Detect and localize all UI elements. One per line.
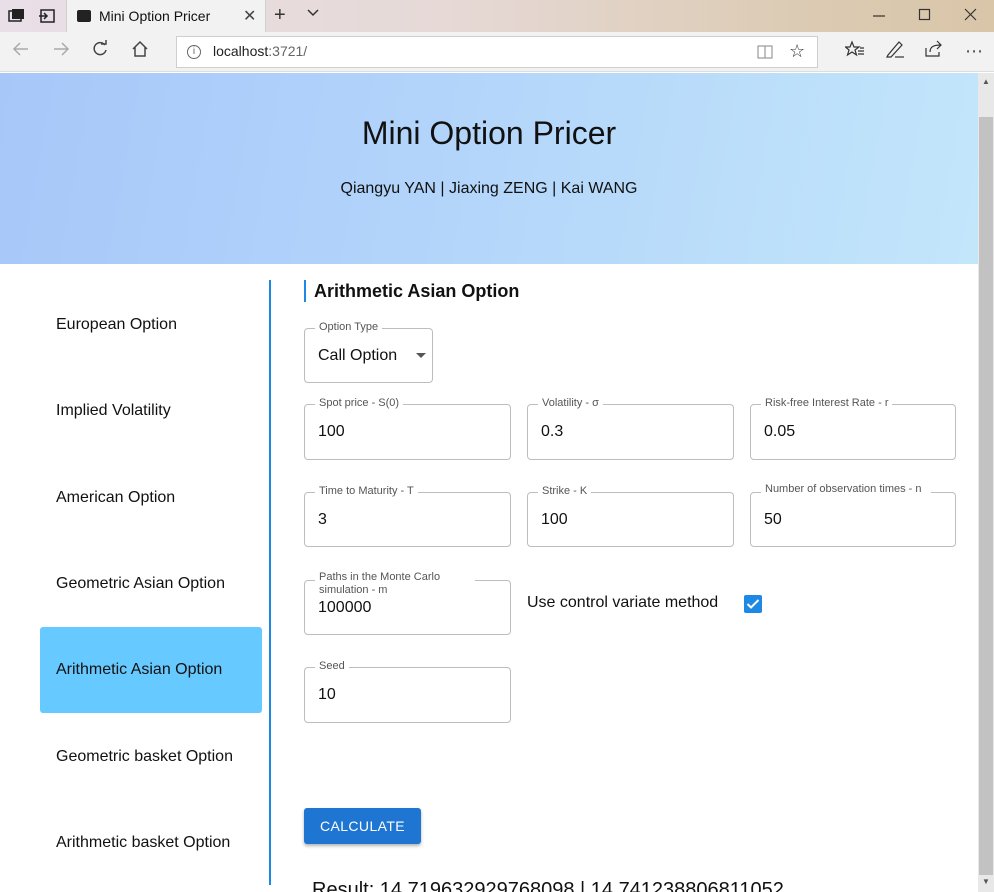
dropdown-caret-icon	[416, 353, 426, 358]
web-notes-pen-icon[interactable]	[885, 40, 905, 63]
mc-paths-value: 100000	[318, 599, 372, 616]
page-title: Mini Option Pricer	[361, 115, 617, 151]
maturity-field[interactable]: Time to Maturity - T 3	[304, 485, 511, 547]
page-scrollbar[interactable]: ▲ ▼	[978, 73, 994, 892]
tab-mini-option-pricer[interactable]: Mini Option Pricer ✕	[66, 0, 266, 32]
mc-paths-field[interactable]: Paths in the Monte Carlo simulation - m …	[304, 571, 511, 635]
spot-price-label: Spot price - S(0)	[315, 397, 404, 410]
strike-field[interactable]: Strike - K 100	[527, 485, 734, 547]
option-type-label: Option Type	[315, 321, 383, 334]
more-menu-icon[interactable]: ⋯	[965, 40, 983, 62]
window-close-icon[interactable]	[964, 6, 978, 27]
minimize-icon[interactable]	[872, 6, 886, 27]
control-variate-checkbox[interactable]	[744, 595, 762, 613]
browser-nav-bar: i localhost:3721/ ☆ ⋯	[0, 32, 994, 72]
home-icon[interactable]	[131, 40, 149, 63]
observation-times-label: Number of observation times - n	[761, 483, 931, 496]
spot-price-value: 100	[318, 423, 345, 440]
scroll-up-arrow-icon[interactable]: ▲	[982, 77, 990, 86]
sidebar-item-implied-volatility[interactable]: Implied Volatility	[40, 368, 262, 454]
strike-label: Strike - K	[538, 485, 592, 498]
sidebar-item-european-option[interactable]: European Option	[40, 282, 262, 368]
sidebar-item-geometric-asian-option[interactable]: Geometric Asian Option	[40, 541, 262, 627]
new-tab-icon[interactable]: +	[274, 4, 286, 27]
control-variate-label: Use control variate method	[527, 594, 719, 611]
option-type-select[interactable]: Option Type Call Option	[304, 321, 433, 383]
volatility-field[interactable]: Volatility - σ 0.3	[527, 397, 734, 460]
result-output: Result: 14.719632929768098 | 14.74123880…	[304, 876, 825, 892]
maturity-value: 3	[318, 511, 327, 528]
risk-free-rate-label: Risk-free Interest Rate - r	[761, 397, 893, 410]
maximize-icon[interactable]	[918, 6, 932, 27]
observation-times-field[interactable]: Number of observation times - n 50	[750, 483, 956, 547]
seed-field[interactable]: Seed 10	[304, 660, 511, 723]
spot-price-field[interactable]: Spot price - S(0) 100	[304, 397, 511, 460]
result-text: Result: 14.719632929768098 | 14.74123880…	[312, 879, 784, 892]
maturity-label: Time to Maturity - T	[315, 485, 418, 498]
tab-close-icon[interactable]: ✕	[243, 6, 256, 26]
observation-times-value: 50	[764, 511, 782, 528]
share-icon[interactable]	[924, 40, 944, 63]
scrollbar-thumb[interactable]	[979, 117, 993, 875]
url-text: localhost:3721/	[213, 43, 308, 59]
browser-tab-bar: Mini Option Pricer ✕ +	[0, 0, 994, 32]
sidebar-item-arithmetic-asian-option[interactable]: Arithmetic Asian Option	[40, 627, 262, 713]
address-bar[interactable]: i localhost:3721/ ☆	[176, 36, 818, 68]
checkmark-icon	[746, 599, 760, 609]
option-type-value: Call Option	[318, 347, 398, 364]
sidebar-item-arithmetic-basket-option[interactable]: Arithmetic basket Option	[40, 800, 262, 886]
sidebar-item-geometric-basket-option[interactable]: Geometric basket Option	[40, 714, 262, 800]
sidebar-divider	[269, 280, 271, 885]
site-info-icon[interactable]: i	[187, 45, 201, 59]
risk-free-rate-value: 0.05	[764, 423, 796, 440]
volatility-value: 0.3	[541, 423, 564, 440]
favorites-hub-icon[interactable]	[843, 40, 865, 63]
calculate-button[interactable]: CALCULATE	[304, 808, 421, 844]
hero-banner: Mini Option Pricer Qiangyu YAN | Jiaxing…	[0, 73, 978, 264]
mc-paths-label: Paths in the Monte Carlo simulation - m	[315, 571, 475, 597]
favorite-star-icon[interactable]: ☆	[789, 41, 805, 62]
tab-favicon-icon	[77, 10, 91, 22]
reading-view-icon[interactable]	[757, 44, 773, 63]
tab-title: Mini Option Pricer	[99, 8, 211, 24]
risk-free-rate-field[interactable]: Risk-free Interest Rate - r 0.05	[750, 397, 956, 460]
seed-label: Seed	[315, 660, 349, 673]
refresh-icon[interactable]	[91, 40, 109, 63]
volatility-label: Volatility - σ	[538, 397, 603, 410]
forward-arrow-icon[interactable]	[52, 40, 70, 63]
authors-line: Qiangyu YAN | Jiaxing ZENG | Kai WANG	[340, 180, 638, 197]
tab-list-chevron-icon[interactable]	[306, 6, 320, 23]
section-title: Arithmetic Asian Option	[304, 280, 519, 302]
page-viewport: Mini Option Pricer Qiangyu YAN | Jiaxing…	[0, 73, 978, 892]
strike-value: 100	[541, 511, 568, 528]
set-aside-tabs-icon[interactable]	[38, 8, 56, 24]
sidebar-item-american-option[interactable]: American Option	[40, 455, 262, 541]
seed-value: 10	[318, 686, 336, 703]
back-arrow-icon[interactable]	[12, 40, 30, 63]
tab-manager-icon[interactable]	[8, 8, 26, 24]
scroll-down-arrow-icon[interactable]: ▼	[982, 877, 990, 886]
